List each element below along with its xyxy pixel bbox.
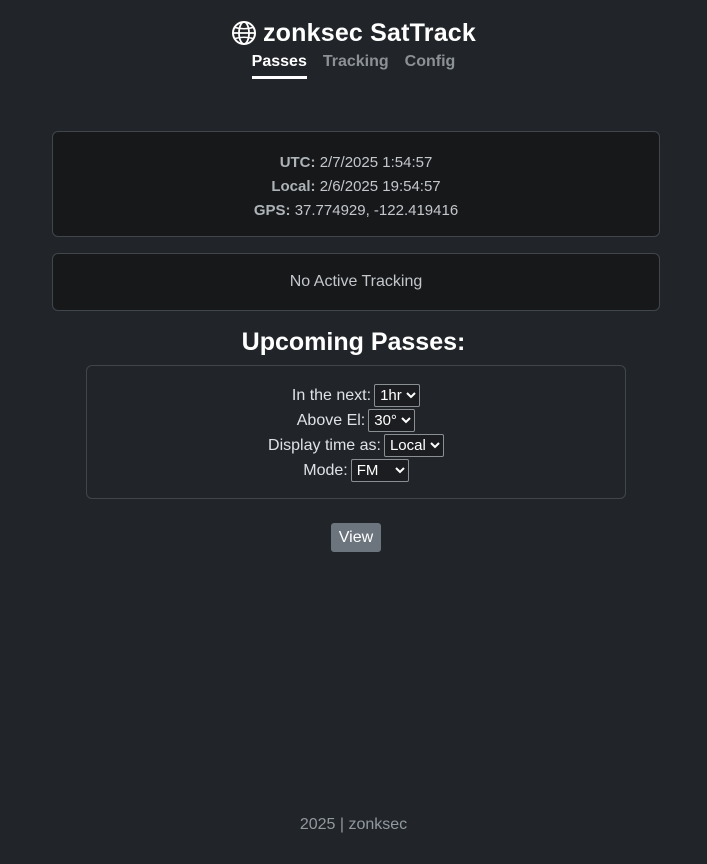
local-value: 2/6/2025 19:54:57 (319, 178, 441, 195)
next-select[interactable]: 1hr (374, 384, 421, 407)
pass-options: In the next: 1hr Above El: 30° Display t… (86, 365, 626, 499)
view-button[interactable]: View (331, 523, 381, 552)
gps-row: GPS: 37.774929, -122.419416 (53, 199, 659, 223)
display-time-label: Display time as: (268, 436, 381, 454)
tab-tracking[interactable]: Tracking (323, 53, 389, 79)
upcoming-passes-heading: Upcoming Passes: (241, 328, 466, 356)
footer: 2025 | zonksec (299, 816, 408, 833)
title-row: zonksec SatTrack (0, 18, 707, 48)
tracking-status: No Active Tracking (289, 273, 423, 290)
gps-value: 37.774929, -122.419416 (294, 202, 459, 219)
time-card: UTC: 2/7/2025 1:54:57 Local: 2/6/2025 19… (52, 131, 660, 237)
app-title: zonksec SatTrack (262, 18, 477, 47)
mode-row: Mode: FM (87, 458, 625, 483)
tracking-status-card: No Active Tracking (52, 253, 660, 311)
elevation-select[interactable]: 30° (368, 409, 416, 432)
tab-passes[interactable]: Passes (251, 53, 307, 79)
nav-tabs: Passes Tracking Config (0, 53, 707, 79)
gps-label: GPS: (253, 202, 291, 219)
next-row: In the next: 1hr (87, 383, 625, 408)
mode-label: Mode: (303, 461, 348, 479)
tab-config[interactable]: Config (405, 53, 456, 79)
utc-value: 2/7/2025 1:54:57 (319, 154, 433, 171)
header: zonksec SatTrack Passes Tracking Config (0, 18, 707, 79)
local-row: Local: 2/6/2025 19:54:57 (53, 175, 659, 199)
elevation-row: Above El: 30° (87, 408, 625, 433)
local-label: Local: (271, 178, 316, 195)
mode-select[interactable]: FM (350, 459, 409, 482)
utc-label: UTC: (279, 154, 316, 171)
utc-row: UTC: 2/7/2025 1:54:57 (53, 151, 659, 175)
globe-icon (231, 20, 257, 46)
display-time-row: Display time as: Local (87, 433, 625, 458)
next-label: In the next: (291, 386, 372, 404)
elevation-label: Above El: (296, 411, 366, 429)
page: zonksec SatTrack Passes Tracking Config … (0, 0, 707, 864)
display-time-select[interactable]: Local (383, 434, 444, 457)
